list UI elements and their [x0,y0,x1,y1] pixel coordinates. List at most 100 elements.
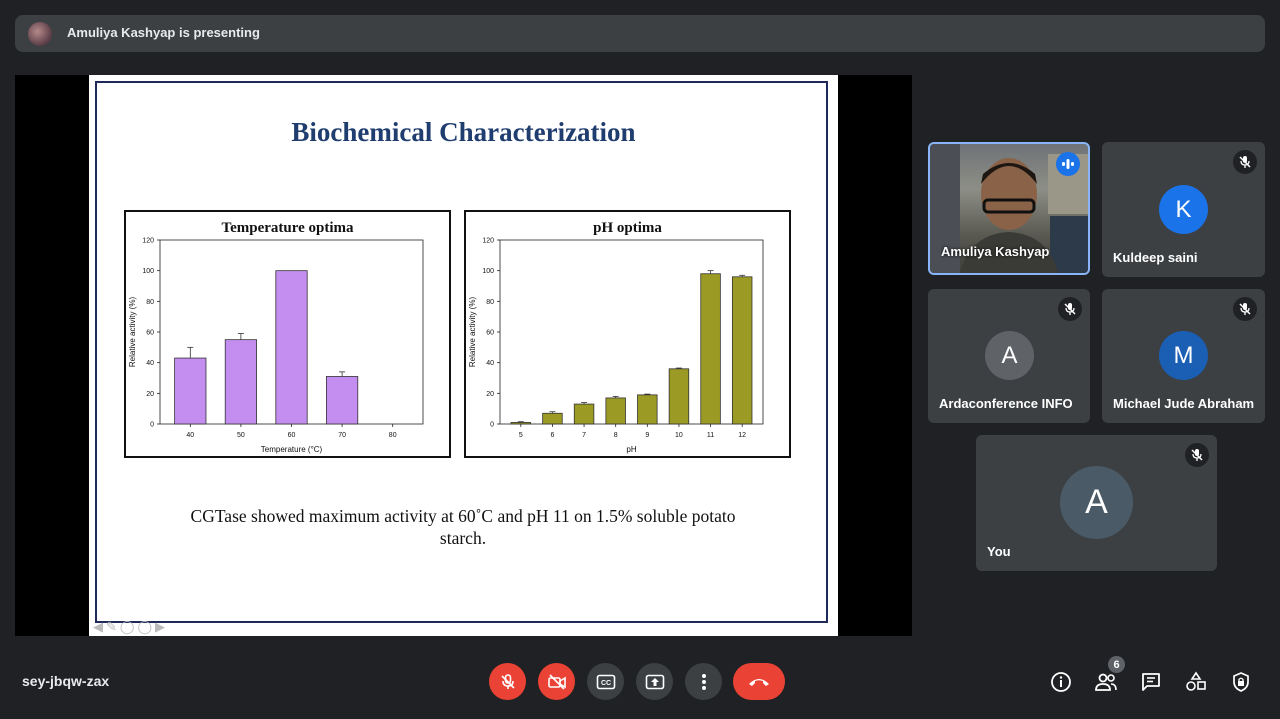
participant-count-badge: 6 [1108,656,1125,673]
participant-tile-kuldeep[interactable]: K Kuldeep saini [1102,142,1265,277]
participant-avatar: K [1159,185,1208,234]
camera-off-icon [547,673,566,690]
participant-name: Amuliya Kashyap [941,244,1050,259]
participant-tile-michael[interactable]: M Michael Jude Abraham [1102,289,1265,423]
y-tick-label: 80 [486,299,494,306]
participant-name: Kuldeep saini [1113,250,1198,265]
temperature-chart: Temperature optima 0 20 40 60 80 100 120 Relativ… [124,210,451,458]
slide-title: Biochemical Characterization [291,117,636,147]
hangup-icon [749,678,769,686]
x-tick-label: 50 [237,432,245,439]
more-options-button[interactable] [685,663,722,700]
participant-tile-you[interactable]: A You [976,435,1217,571]
captions-button[interactable]: CC [587,663,624,700]
y-tick-label: 0 [150,422,154,429]
participant-avatar: A [985,331,1034,380]
y-tick-label: 100 [482,268,494,275]
y-axis-label: Relative activity (%) [128,297,137,368]
pen-icon[interactable]: ✎ [106,619,120,634]
menu-icon[interactable]: ◯ [137,619,155,634]
mic-off-icon [1058,297,1082,321]
ph-chart-svg: pH optima 0 20 40 60 80 100 120 Relative activit… [468,220,764,454]
participant-tile-ardaconference[interactable]: A Ardaconference INFO [928,289,1090,423]
mic-toggle-button[interactable] [489,663,526,700]
bar [605,397,626,425]
x-tick-label: 40 [186,432,194,439]
plot-frame [499,239,764,425]
bar [275,270,308,425]
bar [326,376,359,425]
captions-icon: CC [596,674,615,689]
bar [174,357,207,425]
bar [668,368,690,425]
people-icon [1095,673,1117,691]
meeting-details-button[interactable] [1044,665,1078,699]
bar [731,276,753,425]
y-axis-label: Relative activity (%) [468,297,477,368]
chart-title: Temperature optima [221,220,354,236]
zoom-icon[interactable]: ◯ [120,619,138,634]
ph-chart: pH optima 0 20 40 60 80 100 120 Relative activit… [464,210,791,458]
y-tick-label: 40 [486,360,494,367]
participant-name: You [987,544,1011,559]
bar [224,339,257,425]
y-tick-label: 100 [142,268,154,275]
leave-call-button[interactable] [733,663,785,700]
shield-lock-icon [1233,672,1249,692]
chat-icon [1142,673,1160,691]
meeting-code: sey-jbqw-zax [22,673,110,689]
mic-off-icon [500,673,515,689]
participant-tile-amuliya[interactable]: Amuliya Kashyap [928,142,1090,275]
host-controls-button[interactable] [1224,665,1258,699]
participant-avatar: M [1159,331,1208,380]
x-tick-label: 9 [645,432,649,439]
mic-off-icon [1185,443,1209,467]
info-icon [1051,672,1071,692]
x-tick-label: 10 [675,432,683,439]
x-tick-label: 5 [519,432,523,439]
y-tick-label: 60 [146,330,154,337]
mic-off-icon [1233,150,1257,174]
x-axis-label: Temperature (°C) [261,445,323,454]
y-tick-label: 80 [146,299,154,306]
next-slide-icon[interactable]: ▶ [155,619,168,634]
bar [542,412,563,425]
svg-text:CC: CC [600,680,610,687]
mic-off-icon [1233,297,1257,321]
slideshow-toolbar[interactable]: ◀✎◯◯▶ [93,619,168,635]
caption-line-1: CGTase showed maximum activity at 60˚C a… [190,506,736,526]
speaking-indicator-icon [1056,152,1080,176]
y-tick-label: 60 [486,330,494,337]
bar [573,403,595,425]
presenting-text: Amuliya Kashyap is presenting [67,25,260,40]
caption-line-2: starch. [439,528,487,548]
bar [637,394,658,425]
y-tick-label: 120 [142,238,154,245]
temperature-chart-svg: Temperature optima 0 20 40 60 80 100 120 Relativ… [128,220,424,454]
present-icon [645,674,664,689]
x-tick-label: 12 [738,432,746,439]
y-tick-label: 20 [146,391,154,398]
bar [510,422,532,425]
more-vert-icon [701,673,706,690]
slide: Biochemical Characterization Temperature… [89,75,838,636]
camera-toggle-button[interactable] [538,663,575,700]
x-tick-label: 60 [288,432,296,439]
participant-name: Ardaconference INFO [939,396,1073,411]
y-tick-label: 120 [482,238,494,245]
presenting-banner: Amuliya Kashyap is presenting [15,15,1265,52]
y-tick-label: 20 [486,391,494,398]
previous-slide-icon[interactable]: ◀ [93,619,106,634]
bar [700,273,721,425]
x-tick-label: 6 [550,432,554,439]
slide-caption: CGTase showed maximum activity at 60˚C a… [129,505,797,549]
y-tick-label: 0 [490,422,494,429]
x-tick-label: 11 [707,432,714,439]
chat-button[interactable] [1134,665,1168,699]
x-axis-label: pH [626,445,636,454]
x-tick-label: 7 [582,432,586,439]
activities-button[interactable] [1179,665,1213,699]
present-now-button[interactable] [636,663,673,700]
x-tick-label: 80 [389,432,397,439]
chart-title: pH optima [593,220,662,236]
